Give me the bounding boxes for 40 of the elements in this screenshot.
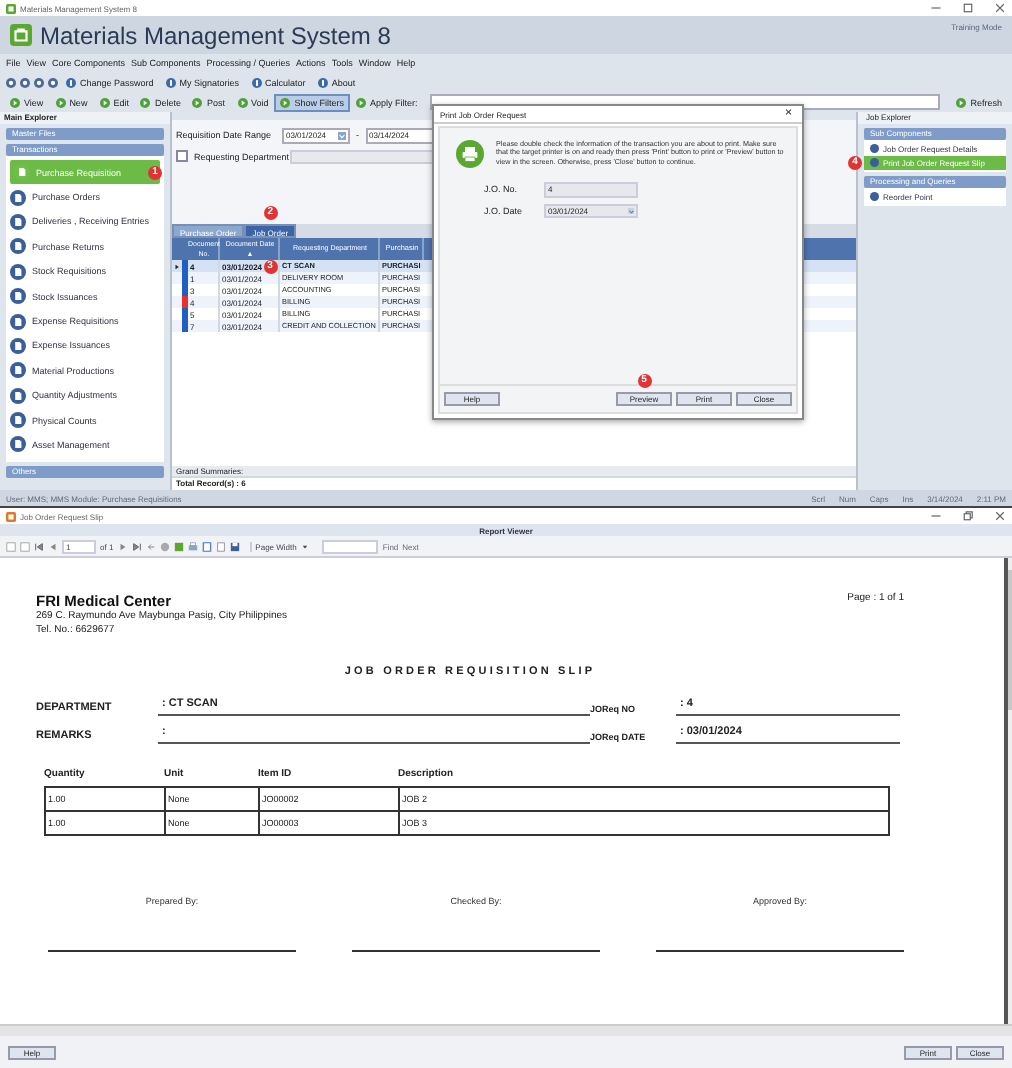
play-icon bbox=[140, 97, 151, 107]
dot-icon bbox=[870, 158, 879, 168]
play-icon bbox=[99, 97, 110, 107]
info-icon bbox=[66, 77, 76, 87]
play-icon bbox=[956, 97, 967, 107]
dropdown-icon[interactable] bbox=[627, 207, 634, 214]
play-icon bbox=[237, 97, 247, 107]
play-icon bbox=[55, 97, 66, 107]
page-icon bbox=[14, 164, 30, 181]
info-icon bbox=[251, 77, 262, 87]
department-field[interactable] bbox=[290, 149, 434, 164]
caret-icon bbox=[302, 543, 309, 549]
minimize-icon[interactable] bbox=[930, 510, 942, 522]
maximize-icon[interactable] bbox=[962, 2, 974, 14]
info-icon bbox=[317, 77, 328, 87]
app-title: Materials Management System 8 bbox=[40, 21, 391, 49]
last-page-icon[interactable] bbox=[131, 541, 142, 551]
play-icon bbox=[356, 97, 367, 107]
back-icon[interactable] bbox=[145, 541, 156, 551]
horizontal-scrollbar[interactable] bbox=[0, 1024, 1012, 1036]
previous-page-icon[interactable] bbox=[48, 541, 58, 551]
play-icon bbox=[10, 97, 20, 107]
restore-icon[interactable] bbox=[962, 510, 974, 522]
logo-icon bbox=[10, 24, 32, 46]
info-icon bbox=[165, 77, 176, 87]
first-page-icon[interactable] bbox=[34, 541, 44, 551]
dot-icon bbox=[870, 144, 879, 154]
play-icon bbox=[192, 97, 203, 107]
find-field[interactable] bbox=[322, 539, 379, 553]
save-icon[interactable] bbox=[229, 541, 240, 551]
print-icon[interactable] bbox=[187, 541, 198, 551]
checkbox[interactable] bbox=[176, 150, 188, 163]
play-icon bbox=[280, 97, 291, 107]
dot-icon bbox=[870, 192, 879, 202]
printer-icon bbox=[456, 140, 484, 168]
minimize-icon[interactable] bbox=[930, 2, 942, 14]
close-icon[interactable] bbox=[994, 2, 1006, 14]
print-layout-icon[interactable] bbox=[201, 541, 212, 551]
close-icon[interactable] bbox=[994, 510, 1006, 522]
next-page-icon[interactable] bbox=[117, 541, 128, 551]
